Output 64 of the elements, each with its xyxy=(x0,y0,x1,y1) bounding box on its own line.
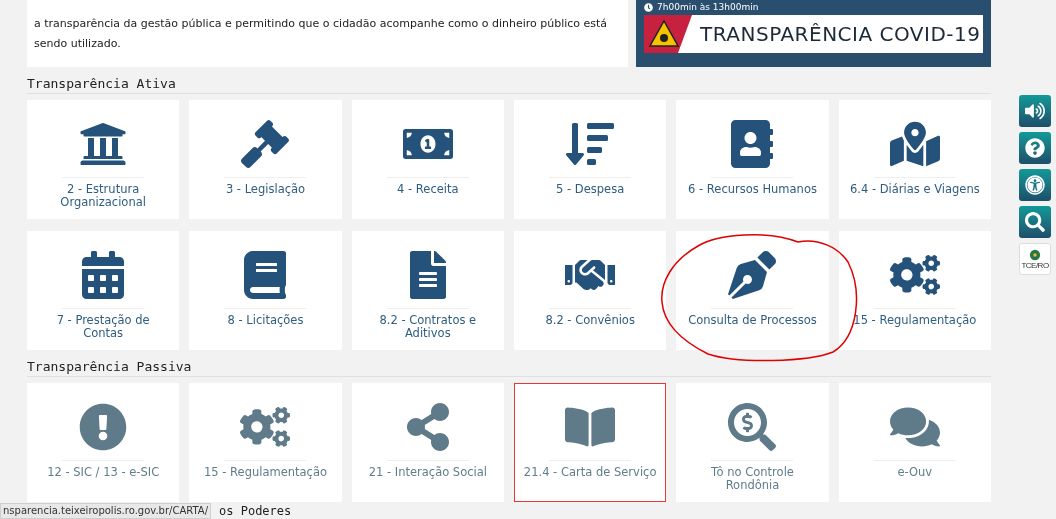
section-heading: os Poderes xyxy=(219,503,292,518)
status-bar: nsparencia.teixeiropolis.ro.gov.br/CARTA/ xyxy=(0,502,211,519)
section-heading: Transparência Ativa xyxy=(27,74,176,93)
tile-label: e-Ouv xyxy=(897,466,933,479)
category-tile[interactable]: 21.4 - Carta de Serviço xyxy=(514,383,667,502)
tile-label: 21 - Interação Social xyxy=(368,466,487,479)
accessibility-button[interactable] xyxy=(1019,169,1051,201)
pen-nib-icon xyxy=(727,251,778,299)
category-tile[interactable]: 15 - Regulamentação xyxy=(189,383,342,502)
category-tile[interactable]: Tô no Controle Rondônia xyxy=(676,383,829,502)
speaker-button[interactable] xyxy=(1019,95,1051,127)
category-tile[interactable]: 15 - Regulamentação xyxy=(838,231,991,350)
warning-sign-icon xyxy=(644,15,692,53)
search-icon xyxy=(1025,212,1045,232)
tile-label: 8.2 - Convênios xyxy=(545,314,635,327)
tile-label: 15 - Regulamentação xyxy=(853,314,977,327)
sort-down-icon xyxy=(565,120,616,168)
tile-label: 8 - Licitações xyxy=(227,314,304,327)
category-tile[interactable]: 6.4 - Diárias e Viagens xyxy=(838,100,991,219)
tile-label: 5 - Despesa xyxy=(556,183,625,196)
speaker-icon xyxy=(1025,101,1045,121)
covid-banner[interactable]: 7h00min às 13h00min TRANSPARÊNCIA COVID-19 xyxy=(636,0,991,67)
tile-label: 8.2 - Contratos e Aditivos xyxy=(378,314,478,340)
category-tile[interactable]: 5 - Despesa xyxy=(514,100,667,219)
banner-title: TRANSPARÊNCIA COVID-19 xyxy=(700,21,981,48)
tile-label: 7 - Prestação de Contas xyxy=(55,314,151,340)
search-button[interactable] xyxy=(1019,206,1051,238)
tce-logo[interactable]: TCE/RO xyxy=(1019,243,1051,275)
section-heading: Transparência Passiva xyxy=(27,357,192,376)
accessibility-icon xyxy=(1025,175,1045,195)
intro-text: a transparência da gestão pública e permitindo que o cidadão acompanhe como o dinheiro público está sendo utilizado. xyxy=(34,16,609,52)
tile-label: 21.4 - Carta de Serviço xyxy=(523,466,657,479)
tile-label: 2 - Estrutura Organizacional xyxy=(59,183,147,209)
category-tile[interactable]: 7 - Prestação de Contas xyxy=(27,231,180,350)
tile-label: 12 - SIC / 13 - e-SIC xyxy=(47,466,160,479)
category-tile[interactable]: 4 - Receita xyxy=(351,100,504,219)
clock-icon xyxy=(644,2,653,12)
help-icon xyxy=(1025,138,1045,158)
help-button[interactable] xyxy=(1019,132,1051,164)
category-tile[interactable]: 21 - Interação Social xyxy=(351,383,504,502)
logo-text: TCE/RO xyxy=(1021,260,1049,270)
gavel-icon xyxy=(240,120,291,168)
emblem-icon xyxy=(1029,248,1041,261)
tile-label: 3 - Legislação xyxy=(225,183,306,196)
dollar-search-icon xyxy=(727,403,778,451)
map-pin-icon xyxy=(889,120,940,168)
tile-label: 15 - Regulamentação xyxy=(204,466,327,479)
category-tile[interactable]: Consulta de Processos xyxy=(676,231,829,350)
category-tile[interactable]: e-Ouv xyxy=(838,383,991,502)
category-tile[interactable]: 6 - Recursos Humanos xyxy=(676,100,829,219)
tile-label: 4 - Receita xyxy=(397,183,459,196)
exclamation-icon xyxy=(78,403,129,451)
category-tile[interactable]: 8 - Licitações xyxy=(189,231,342,350)
category-tile[interactable]: 3 - Legislação xyxy=(189,100,342,219)
tile-label: Consulta de Processos xyxy=(688,314,817,327)
category-tile[interactable]: 2 - Estrutura Organizacional xyxy=(27,100,180,219)
tile-label: 6.4 - Diárias e Viagens xyxy=(849,183,980,196)
bank-icon xyxy=(78,120,129,168)
tile-label: Tô no Controle Rondônia xyxy=(710,466,795,492)
category-tile[interactable]: 8.2 - Convênios xyxy=(514,231,667,350)
tile-label: 6 - Recursos Humanos xyxy=(688,183,817,196)
category-tile[interactable]: 12 - SIC / 13 - e-SIC xyxy=(27,383,180,502)
banner-hours: 7h00min às 13h00min xyxy=(657,2,759,12)
category-tile[interactable]: 8.2 - Contratos e Aditivos xyxy=(351,231,504,350)
